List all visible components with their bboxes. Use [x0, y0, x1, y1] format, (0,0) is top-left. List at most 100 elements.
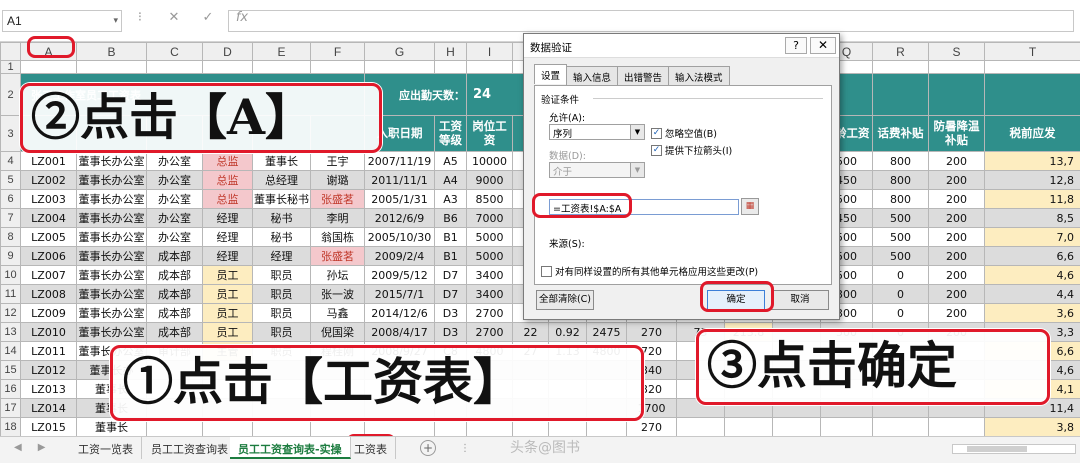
cell-t[interactable]: 3,6 [984, 303, 1080, 323]
column-header-G[interactable]: G [364, 42, 435, 61]
cell-id[interactable]: LZ012 [20, 360, 77, 380]
cell-grade[interactable]: D3 [434, 303, 467, 323]
enter-icon[interactable]: ✓ [200, 10, 216, 32]
column-header-T[interactable]: T [984, 42, 1080, 61]
cell-id[interactable]: LZ007 [20, 265, 77, 285]
cell-level[interactable]: 员工 [202, 322, 253, 342]
cell-title[interactable]: 总经理 [252, 170, 311, 190]
cell-level[interactable]: 经理 [202, 208, 253, 228]
tab-settings[interactable]: 设置 [534, 64, 568, 84]
cell-id[interactable]: LZ015 [20, 417, 77, 437]
column-header-S[interactable]: S [928, 42, 985, 61]
cell-name[interactable]: 张一波 [310, 284, 365, 304]
sheet-tab-overview[interactable]: 工资一览表 [70, 437, 142, 459]
cell-r[interactable]: 800 [872, 170, 929, 190]
cell-r[interactable]: 500 [872, 208, 929, 228]
cell-name[interactable]: 李明 [310, 208, 365, 228]
cell-id[interactable]: LZ014 [20, 398, 77, 418]
cell-name[interactable]: 马鑫 [310, 303, 365, 323]
row-header[interactable]: 1 [0, 60, 21, 74]
cell-name[interactable]: 倪国梁 [310, 322, 365, 342]
header-cell[interactable]: 工资等级 [434, 115, 467, 152]
cell-title[interactable]: 秘书 [252, 227, 311, 247]
cell-s[interactable]: 200 [928, 303, 985, 323]
cell-sub[interactable]: 成本部 [146, 284, 203, 304]
cell-title[interactable]: 职员 [252, 303, 311, 323]
cell-level[interactable]: 员工 [202, 284, 253, 304]
column-header-H[interactable]: H [434, 42, 467, 61]
cell[interactable] [146, 60, 203, 74]
cell-wage[interactable]: 5000 [466, 246, 513, 266]
cell-t[interactable]: 4,4 [984, 284, 1080, 304]
row-header[interactable]: 5 [0, 170, 21, 190]
cell[interactable] [76, 60, 147, 74]
cell-r[interactable]: 500 [872, 227, 929, 247]
cell-sub[interactable]: 办公室 [146, 227, 203, 247]
cell-t[interactable]: 4,6 [984, 265, 1080, 285]
cell-date[interactable]: 2012/6/9 [364, 208, 435, 228]
cell-p[interactable] [772, 417, 821, 437]
cell-sub[interactable]: 办公室 [146, 189, 203, 209]
cancel-icon[interactable]: ✕ [166, 10, 182, 32]
cell-sub[interactable]: 办公室 [146, 170, 203, 190]
row-header[interactable]: 17 [0, 398, 21, 418]
cell-wage[interactable]: 8500 [466, 189, 513, 209]
cell-wage[interactable]: 10000 [466, 151, 513, 171]
cell-t[interactable]: 13,7 [984, 151, 1080, 171]
cell[interactable] [984, 73, 1080, 116]
cell-id[interactable]: LZ009 [20, 303, 77, 323]
header-cell[interactable]: 税前应发 [984, 115, 1080, 152]
cell-level[interactable]: 员工 [202, 303, 253, 323]
row-header[interactable]: 12 [0, 303, 21, 323]
cell[interactable] [310, 60, 365, 74]
cell-sub[interactable]: 办公室 [146, 151, 203, 171]
cell-id[interactable]: LZ013 [20, 379, 77, 399]
cell-grade[interactable]: B1 [434, 246, 467, 266]
chevron-down-icon[interactable]: ▾ [113, 15, 118, 26]
cell-grade[interactable]: D7 [434, 284, 467, 304]
cell[interactable] [984, 60, 1080, 74]
cell-level[interactable]: 总监 [202, 151, 253, 171]
cell-grade[interactable]: A3 [434, 189, 467, 209]
cell-grade[interactable]: A4 [434, 170, 467, 190]
row-header[interactable]: 9 [0, 246, 21, 266]
cell[interactable] [872, 60, 929, 74]
cell-r[interactable] [872, 417, 929, 437]
cell-wage[interactable]: 2700 [466, 303, 513, 323]
cell-k[interactable]: 0.92 [548, 322, 587, 342]
cell-r[interactable]: 800 [872, 189, 929, 209]
cell-s[interactable]: 200 [928, 265, 985, 285]
cell-grade[interactable]: D3 [434, 322, 467, 342]
cell-r[interactable]: 0 [872, 265, 929, 285]
chevron-down-icon[interactable]: ▼ [630, 125, 644, 139]
cell-s[interactable]: 200 [928, 208, 985, 228]
row-header[interactable]: 18 [0, 417, 21, 437]
cell-title[interactable]: 董事长秘书 [252, 189, 311, 209]
cell-wage[interactable]: 3400 [466, 265, 513, 285]
cell-o[interactable] [724, 417, 773, 437]
header-cell[interactable]: 岗位工资 [466, 115, 513, 152]
cell[interactable] [252, 60, 311, 74]
column-header-C[interactable]: C [146, 42, 203, 61]
cell-title[interactable]: 董事长 [252, 151, 311, 171]
cell-id[interactable]: LZ008 [20, 284, 77, 304]
column-header-B[interactable]: B [76, 42, 147, 61]
cell-date[interactable]: 2005/10/30 [364, 227, 435, 247]
tab-ime-mode[interactable]: 输入法模式 [668, 66, 730, 86]
cell-level[interactable]: 总监 [202, 189, 253, 209]
column-header-E[interactable]: E [252, 42, 311, 61]
column-header-F[interactable]: F [310, 42, 365, 61]
sheet-tab-practice[interactable]: 员工工资查询表-实操 [230, 437, 351, 459]
cell-sub[interactable]: 成本部 [146, 246, 203, 266]
cell-q[interactable] [820, 417, 873, 437]
tab-error-alert[interactable]: 出错警告 [617, 66, 670, 86]
checkmark-icon[interactable]: ✓ [651, 127, 662, 139]
cell-id[interactable]: LZ002 [20, 170, 77, 190]
cell-title[interactable]: 职员 [252, 322, 311, 342]
cell-id[interactable]: LZ003 [20, 189, 77, 209]
cell[interactable] [202, 60, 253, 74]
cell-level[interactable]: 员工 [202, 265, 253, 285]
cell-date[interactable]: 2014/12/6 [364, 303, 435, 323]
column-header-D[interactable]: D [202, 42, 253, 61]
cancel-button[interactable]: 取消 [771, 290, 829, 310]
